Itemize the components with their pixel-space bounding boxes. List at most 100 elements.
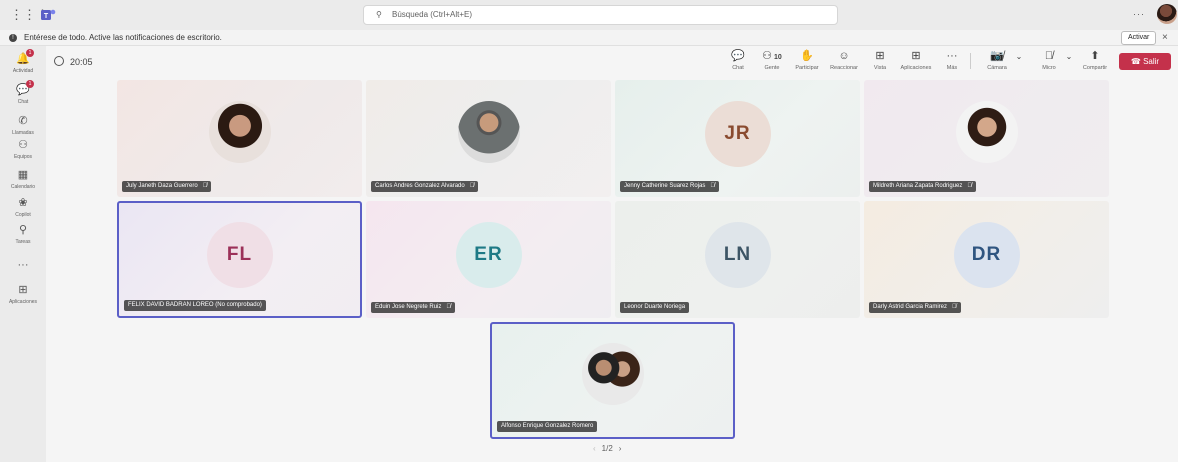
apps-button[interactable]: ⊞ Aplicaciones [896,50,936,74]
participant-name: FELIX DAVID BADRAN LOREO (No comprobado) [124,300,266,311]
meeting-timer: 20:05 [54,56,93,67]
camera-options-button[interactable]: ⌄ [1014,50,1024,74]
chat-icon: 💬 1 [16,80,34,97]
rail-item-label: Llamadas [12,130,34,136]
rail-item-label: Aplicaciones [8,299,38,305]
mic-off-icon: 🎙̸ [1044,50,1054,62]
camera-button[interactable]: 📷̸ Cámara [980,50,1014,74]
meeting-stage: 20:05 💬 Chat ⚇ 10 Gente ✋ Participar ☺ Reacci… [46,46,1178,462]
mic-muted-icon: 🎙̸ [469,183,475,189]
info-icon: ! [9,34,17,42]
share-screen-icon: ⬆ [1090,50,1100,62]
divider [970,53,971,69]
participant-tile[interactable]: Carlos Andres Gonzalez Alvarado 🎙̸ [366,80,611,197]
participant-photo [457,100,520,163]
participant-name: Eduin Jose Negrete Ruiz 🎙̸ [371,302,455,313]
add-app-icon: ⊞ [911,50,921,62]
chat-button[interactable]: 💬 Chat [726,50,750,74]
participant-tile[interactable]: DR Darly Astrid Garcia Ramirez 🎙̸ [864,201,1109,318]
rail-item-label: Chat [17,99,29,105]
share-button[interactable]: ⬆ Compartir [1078,50,1112,74]
app-launcher-icon[interactable]: ⋮⋮⋮ [10,8,49,22]
participant-tile[interactable]: ER Eduin Jose Negrete Ruiz 🎙̸ [366,201,611,318]
rail-item-copilot[interactable]: ❀ Copilot [0,196,46,226]
rail-item-tasks[interactable]: ⚲ Tareas [0,223,46,253]
participant-tile[interactable]: Alfonso Enrique Gonzalez Romero [490,322,735,439]
participant-name: Leonor Duarte Noriega [620,302,690,313]
notification-text: Entérese de todo. Active las notificacio… [24,33,222,42]
teams-logo-icon: T [41,9,56,20]
participant-name: Jenny Catherine Suarez Rojas 🎙̸ [620,181,719,192]
more-icon: ··· [946,50,958,62]
user-avatar[interactable] [1157,4,1177,24]
more-button[interactable]: ··· Más [944,50,960,74]
chevron-down-icon: ⌄ [1015,52,1023,61]
rail-item-apps[interactable]: ⊞ Aplicaciones [0,283,46,313]
copilot-icon: ❀ [18,197,28,209]
participant-initials: DR [953,221,1020,288]
participant-initials: ER [455,221,522,288]
title-bar: ⋮⋮⋮ T ⚲ Búsqueda (Ctrl+Alt+E) ··· [0,0,1178,30]
rail-item-label: Actividad [12,68,34,74]
activate-notifications-button[interactable]: Activar [1121,31,1157,45]
mic-button[interactable]: 🎙̸ Micro [1034,50,1064,74]
participant-name: Mildreth Ariana Zapata Rodriguez 🎙̸ [869,181,976,192]
participant-tile[interactable]: LN Leonor Duarte Noriega [615,201,860,318]
app-rail: 🔔 1 Actividad 💬 1 Chat ✆ Llamadas ⚇ Equipo… [0,46,46,462]
participant-name: Alfonso Enrique Gonzalez Romero [497,421,598,432]
search-input[interactable]: ⚲ Búsqueda (Ctrl+Alt+E) [363,5,838,25]
participant-tile[interactable]: Mildreth Ariana Zapata Rodriguez 🎙̸ [864,80,1109,197]
participant-initials: FL [206,221,273,288]
calendar-icon: ▦ [17,169,29,181]
chevron-down-icon: ⌄ [1065,52,1073,61]
rail-item-label: Copilot [15,212,31,218]
mic-options-button[interactable]: ⌄ [1064,50,1074,74]
participant-photo [955,100,1018,163]
chat-badge: 1 [26,80,34,88]
participant-initials: LN [704,221,771,288]
apps-icon: ⊞ [18,284,28,296]
participant-photo [208,100,271,163]
rail-item-label: Equipos [13,154,33,160]
search-placeholder: Búsqueda (Ctrl+Alt+E) [392,10,473,19]
close-icon[interactable]: × [1162,32,1168,43]
raise-hand-button[interactable]: ✋ Participar [790,50,824,74]
tasks-icon: ⚲ [18,224,28,236]
activity-badge: 1 [26,49,34,57]
chat-icon: 💬 [731,50,745,62]
participant-tile[interactable]: July Janeth Daza Guerrero 🎙̸ [117,80,362,197]
participant-name: Carlos Andres Gonzalez Alvarado 🎙̸ [371,181,479,192]
participant-photo [581,342,644,405]
mic-muted-icon: 🎙̸ [952,304,957,310]
page-indicator: 1/2 [601,444,613,453]
rail-item-chat[interactable]: 💬 1 Chat [0,80,46,113]
rail-item-label: Calendario [10,184,36,190]
more-options-button[interactable]: ··· [1133,9,1145,19]
bell-icon: 🔔 1 [16,49,34,66]
react-button[interactable]: ☺ Reaccionar [826,50,862,74]
people-button[interactable]: ⚇ 10 Gente [758,50,786,74]
smiley-icon: ☺ [838,50,850,62]
meeting-toolbar: 20:05 💬 Chat ⚇ 10 Gente ✋ Participar ☺ Reacci… [46,46,1178,76]
rail-item-label: Tareas [15,239,31,245]
leave-button[interactable]: ☎ Salir [1119,53,1171,70]
mic-muted-icon: 🎙̸ [202,183,208,189]
pagination: ‹ 1/2 › [593,444,621,453]
grid-view-icon: ⊞ [875,50,885,62]
prev-page-button[interactable]: ‹ [593,444,596,453]
hand-icon: ✋ [800,50,814,62]
search-icon: ⚲ [376,10,382,19]
mic-muted-icon: 🎙̸ [967,183,972,189]
rail-item-teams[interactable]: ⚇ Equipos [0,138,46,168]
clock-icon [54,56,64,66]
participant-name: July Janeth Daza Guerrero 🎙̸ [122,181,212,192]
participant-tile[interactable]: FL FELIX DAVID BADRAN LOREO (No comproba… [117,201,362,318]
phone-icon: ✆ [18,115,28,127]
next-page-button[interactable]: › [619,444,622,453]
rail-item-calendar[interactable]: ▦ Calendario [0,168,46,198]
view-button[interactable]: ⊞ Vista [870,50,890,74]
more-icon: ··· [17,259,29,271]
participant-tile[interactable]: JR Jenny Catherine Suarez Rojas 🎙̸ [615,80,860,197]
people-icon: ⚇ 10 [762,50,782,62]
rail-item-activity[interactable]: 🔔 1 Actividad [0,49,46,82]
